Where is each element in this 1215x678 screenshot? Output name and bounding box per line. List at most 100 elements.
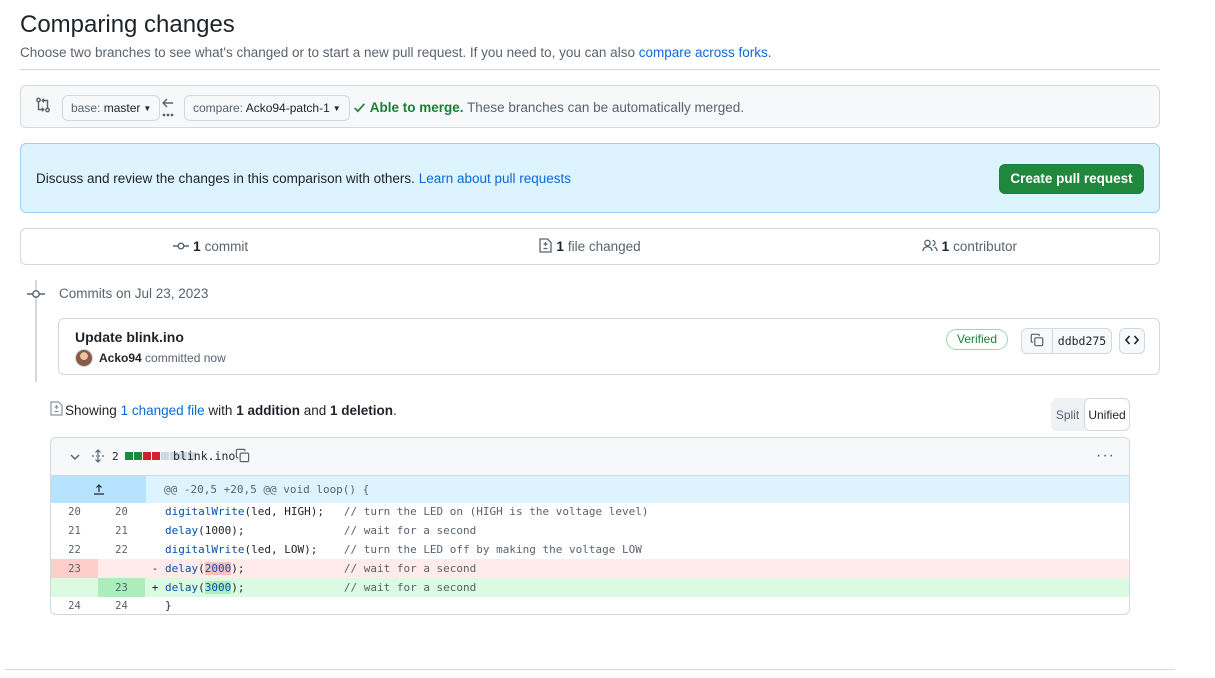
merge-ok-label: Able to merge. (369, 100, 464, 115)
diff-table: 20 20 digitalWrite(led, HIGH); // turn t… (51, 503, 1129, 614)
old-line-number[interactable] (51, 578, 98, 597)
base-value: master (103, 101, 141, 115)
create-pull-request-button[interactable]: Create pull request (999, 164, 1144, 194)
fold-up-icon (93, 482, 105, 498)
diffstat-block (161, 452, 169, 460)
verified-badge[interactable]: Verified (946, 329, 1009, 350)
new-line-number[interactable]: 24 (98, 597, 145, 614)
copy-icon (1030, 333, 1044, 350)
contributors-tab[interactable]: 1 contributor (780, 229, 1159, 264)
split-view-button[interactable]: Split (1051, 398, 1084, 431)
summary-with: with (208, 402, 233, 418)
commits-date-heading: Commits on Jul 23, 2023 (59, 286, 209, 301)
new-line-number[interactable]: 20 (98, 503, 145, 522)
git-compare-icon (35, 97, 51, 116)
code-args-open: ( (198, 580, 205, 594)
compare-across-forks-link[interactable]: compare across forks. (639, 45, 772, 60)
code-comment: // wait for a second (343, 561, 477, 575)
code-line: digitalWrite(led, HIGH); // turn the LED… (165, 503, 1129, 522)
new-line-number[interactable]: 23 (98, 578, 145, 597)
code-function: delay (165, 524, 199, 538)
old-line-number[interactable]: 24 (51, 597, 98, 614)
code-line: digitalWrite(led, LOW); // turn the LED … (165, 541, 1129, 560)
commit-icon (27, 286, 45, 305)
files-label: file changed (567, 239, 641, 254)
code-args: (led, HIGH); (244, 505, 324, 519)
unified-view-button[interactable]: Unified (1084, 398, 1130, 431)
added-value: 3000 (204, 580, 232, 594)
new-line-number[interactable]: 22 (98, 541, 145, 560)
old-line-number[interactable]: 23 (51, 559, 98, 579)
comparison-numbers: 1 commit 1 file changed 1 contributor (20, 228, 1160, 265)
commit-sha-link[interactable]: ddbd275 (1053, 329, 1111, 353)
code-args: (led, LOW); (244, 542, 318, 556)
code-padding (244, 524, 343, 537)
code-padding (317, 543, 344, 556)
code-args-close: ); (231, 561, 245, 575)
page-title: Comparing changes (20, 11, 235, 38)
code-padding (324, 505, 344, 518)
commit-list-item: Update blink.ino Acko94 committed now Ve… (58, 318, 1160, 375)
expand-all-icon[interactable] (91, 449, 105, 466)
summary-end: . (393, 402, 397, 418)
diffstat-block (152, 452, 160, 460)
chevron-down-icon: ▼ (332, 104, 341, 113)
page-subtitle: Choose two branches to see what's change… (20, 45, 772, 60)
browse-repository-button[interactable] (1119, 328, 1145, 354)
merge-status: Able to merge. These branches can be aut… (353, 100, 744, 115)
new-line-number[interactable] (98, 559, 145, 579)
changed-files-link[interactable]: 1 changed file (121, 403, 205, 418)
flash-message: Discuss and review the changes in this c… (36, 171, 415, 186)
old-line-number[interactable]: 21 (51, 522, 98, 541)
commit-time: committed now (145, 351, 226, 365)
diffstat-block (143, 452, 151, 460)
diff-marker: + (145, 578, 165, 597)
commit-icon (173, 239, 193, 254)
commits-tab[interactable]: 1 commit (21, 229, 400, 264)
learn-about-pull-requests-link[interactable]: Learn about pull requests (419, 171, 571, 186)
file-header: 2 blink.ino ··· (51, 438, 1129, 476)
old-line-number[interactable]: 20 (51, 503, 98, 522)
diff-marker (145, 503, 165, 522)
diff-marker (145, 522, 165, 541)
code-comment: // turn the LED off by making the voltag… (343, 542, 642, 556)
code-padding (245, 581, 344, 594)
compare-branch-select[interactable]: compare: Acko94-patch-1 ▼ (184, 95, 350, 121)
file-diff-icon (539, 237, 556, 256)
code-line: } (165, 599, 172, 613)
diff-marker: - (145, 559, 165, 579)
diffstat-block (134, 452, 142, 460)
expand-up-button[interactable] (51, 476, 146, 503)
arrow-left-icon (161, 96, 175, 121)
base-key: base: (71, 101, 101, 115)
avatar[interactable] (75, 349, 93, 367)
commit-author-link[interactable]: Acko94 (99, 351, 142, 365)
diff-marker (145, 597, 165, 614)
copy-sha-button[interactable] (1022, 329, 1053, 353)
file-name-link[interactable]: blink.ino (173, 449, 235, 463)
hunk-header-text: @@ -20,5 +20,5 @@ void loop() { (164, 483, 370, 496)
file-diff-icon (50, 401, 65, 419)
code-args-close: ); (231, 580, 245, 594)
diff-summary: Showing 1 changed file with 1 addition a… (50, 401, 397, 419)
code-line: delay(1000); // wait for a second (165, 522, 1129, 541)
copy-icon[interactable] (235, 448, 250, 466)
new-line-number[interactable]: 21 (98, 522, 145, 541)
code-function: digitalWrite (165, 542, 245, 556)
code-function: delay (165, 561, 199, 575)
removed-value: 2000 (204, 561, 232, 575)
old-line-number[interactable]: 22 (51, 541, 98, 560)
code-comment: // turn the LED on (HIGH is the voltage … (343, 505, 649, 519)
check-icon (353, 100, 370, 115)
chevron-down-icon[interactable] (69, 450, 81, 466)
commit-author-line: Acko94 committed now (99, 351, 226, 365)
more-options-button[interactable]: ··· (1096, 447, 1115, 465)
files-changed-tab[interactable]: 1 file changed (400, 229, 779, 264)
commit-message-link[interactable]: Update blink.ino (75, 329, 184, 345)
additions-count: 1 addition (236, 402, 300, 418)
code-function: digitalWrite (165, 505, 245, 519)
compare-value: Acko94-patch-1 (245, 101, 330, 115)
base-branch-select[interactable]: base: master ▼ (62, 95, 161, 121)
summary-prefix: Showing (65, 402, 117, 418)
subtitle-text: Choose two branches to see what's change… (20, 45, 635, 60)
